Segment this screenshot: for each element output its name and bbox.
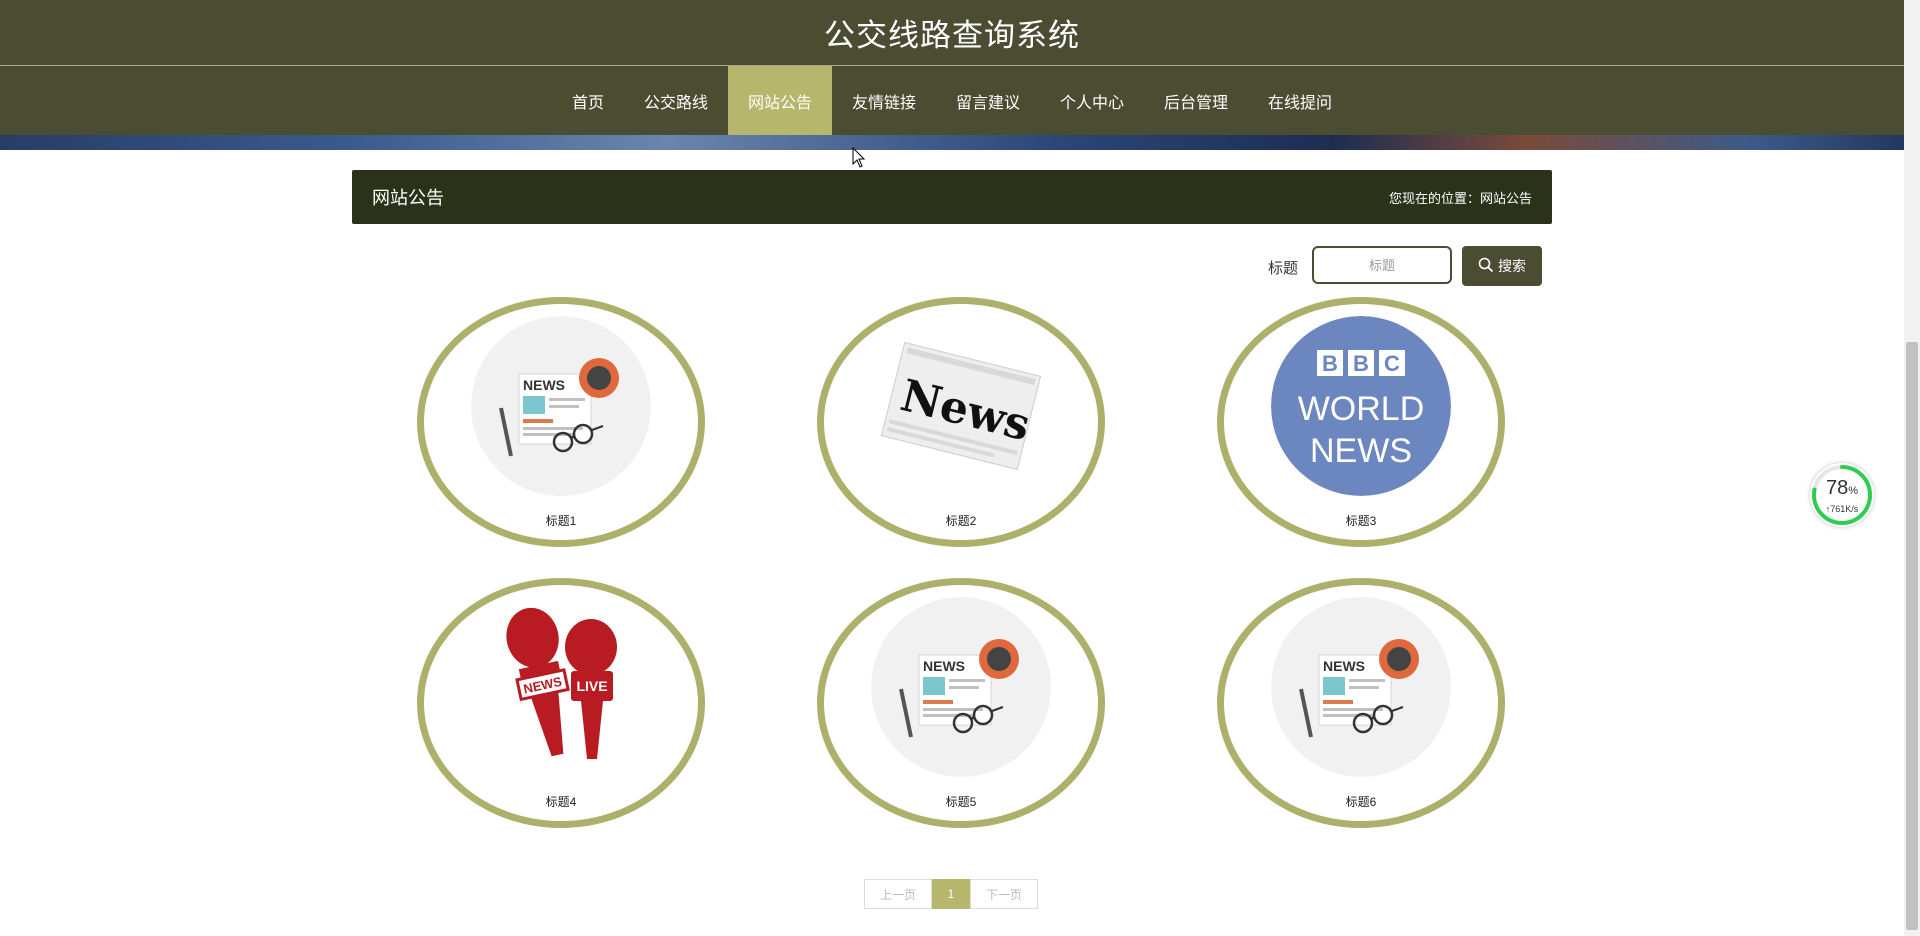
- news-microphones-icon: NEWS LIVE: [471, 597, 651, 777]
- nav-item-bus-routes[interactable]: 公交路线: [624, 66, 728, 135]
- banner-image-strip: [0, 135, 1904, 150]
- card-title: 标题4: [545, 795, 577, 809]
- svg-text:C: C: [1384, 351, 1400, 376]
- nav-item-feedback[interactable]: 留言建议: [936, 66, 1040, 135]
- nav-item-links[interactable]: 友情链接: [832, 66, 936, 135]
- search-button[interactable]: 搜索: [1462, 246, 1542, 286]
- announcement-card[interactable]: NEWS 标题6: [1217, 578, 1505, 828]
- search-label: 标题: [1268, 260, 1299, 277]
- nav-item-announcements[interactable]: 网站公告: [727, 66, 832, 135]
- search-input[interactable]: [1312, 246, 1452, 284]
- site-header: 公交线路查询系统: [0, 0, 1904, 66]
- announcement-card[interactable]: NEWS 标题5: [817, 578, 1105, 828]
- page-scrollbar[interactable]: [1904, 0, 1920, 936]
- nav-item-admin[interactable]: 后台管理: [1144, 66, 1248, 135]
- nav-item-ask-online[interactable]: 在线提问: [1248, 66, 1352, 135]
- card-title: 标题1: [545, 514, 577, 528]
- announcement-card[interactable]: NEWS 标题1: [417, 297, 705, 547]
- site-title: 公交线路查询系统: [824, 18, 1080, 53]
- svg-text:NEWS: NEWS: [923, 658, 965, 674]
- card-title: 标题5: [945, 795, 977, 809]
- svg-text:NEWS: NEWS: [1310, 432, 1412, 470]
- mouse-cursor-icon: [852, 146, 866, 174]
- news-paper-photo: News: [871, 316, 1051, 496]
- bbc-world-news-logo: B B C WORLD NEWS: [1271, 316, 1451, 496]
- announcement-card[interactable]: NEWS LIVE 标题4: [417, 578, 705, 828]
- newspaper-icon: NEWS: [471, 316, 651, 496]
- main-nav: 首页 公交路线 网站公告 友情链接 留言建议 个人中心 后台管理 在线提问: [0, 66, 1904, 135]
- svg-text:B: B: [1353, 351, 1369, 376]
- prev-page-button[interactable]: 上一页: [864, 879, 932, 909]
- search-icon: [1478, 257, 1494, 276]
- breadcrumb: 您现在的位置：网站公告: [1388, 190, 1532, 206]
- current-page-button[interactable]: 1: [932, 879, 970, 909]
- newspaper-icon: NEWS: [871, 597, 1051, 777]
- speed-rate: ↑761K/s: [1825, 504, 1859, 514]
- svg-text:NEWS: NEWS: [1323, 658, 1365, 674]
- svg-text:WORLD: WORLD: [1298, 390, 1425, 428]
- scrollbar-thumb[interactable]: [1906, 342, 1918, 930]
- section-header: 网站公告 您现在的位置：网站公告: [352, 170, 1552, 224]
- announcement-card[interactable]: B B C WORLD NEWS 标题3: [1217, 297, 1505, 547]
- svg-text:B: B: [1322, 351, 1338, 376]
- pagination: 上一页 1 下一页: [864, 879, 1038, 909]
- announcement-card[interactable]: News 标题2: [817, 297, 1105, 547]
- next-page-button[interactable]: 下一页: [970, 879, 1038, 909]
- nav-item-home[interactable]: 首页: [552, 66, 624, 135]
- network-speed-widget[interactable]: 78% ↑761K/s: [1810, 463, 1874, 527]
- svg-text:LIVE: LIVE: [576, 678, 607, 694]
- card-title: 标题6: [1345, 795, 1377, 809]
- card-title: 标题2: [945, 514, 977, 528]
- nav-item-user-center[interactable]: 个人中心: [1040, 66, 1144, 135]
- speed-percent: 78%: [1825, 477, 1859, 499]
- svg-text:NEWS: NEWS: [523, 377, 565, 393]
- newspaper-icon: NEWS: [1271, 597, 1451, 777]
- search-button-label: 搜索: [1498, 258, 1526, 274]
- card-title: 标题3: [1345, 514, 1377, 528]
- section-title: 网站公告: [372, 188, 444, 208]
